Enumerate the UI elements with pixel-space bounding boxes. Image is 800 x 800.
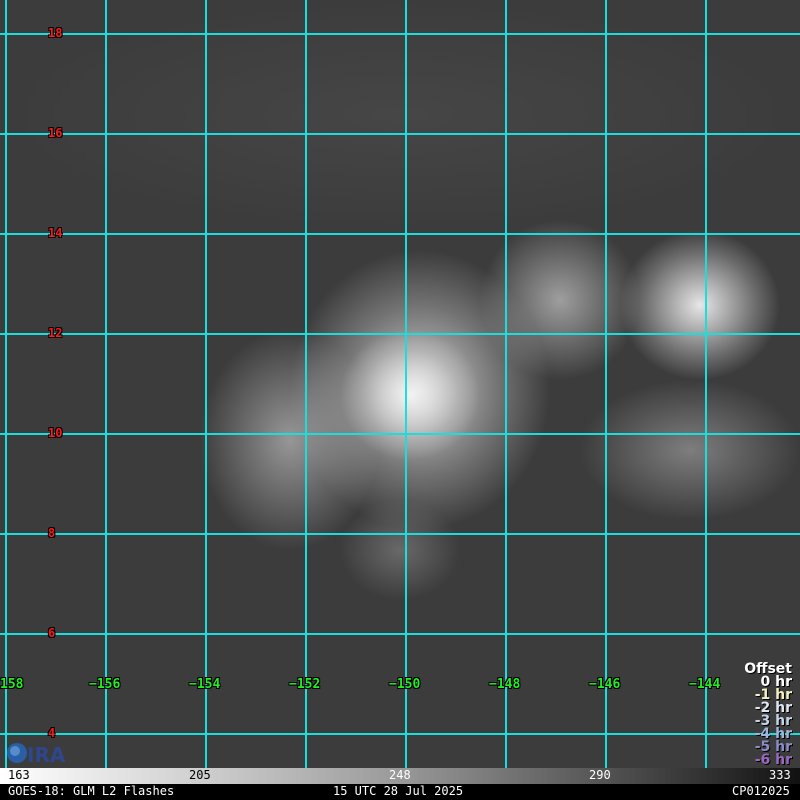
time-offset-legend: Offset 0 hr -1 hr -2 hr -3 hr -4 hr -5 h… (744, 662, 792, 768)
latitude-gridline (0, 433, 800, 435)
longitude-label: −146 (589, 677, 621, 692)
latitude-label: 4 (48, 726, 56, 740)
longitude-gridline (205, 0, 207, 768)
longitude-label: −152 (289, 677, 321, 692)
latitude-label: 6 (48, 626, 56, 640)
product-title: GOES-18: GLM L2 Flashes (8, 784, 175, 798)
latitude-label: 14 (48, 226, 63, 240)
latitude-label: 8 (48, 526, 56, 540)
satellite-map: 18 16 14 12 10 8 6 4 158 −156 −154 −152 … (0, 0, 800, 800)
cira-logo: IRA (5, 740, 75, 767)
latitude-gridline (0, 333, 800, 335)
latitude-gridline (0, 533, 800, 535)
storm-id: CP012025 (732, 784, 790, 798)
longitude-label: −156 (89, 677, 121, 692)
latitude-label: 12 (48, 326, 63, 340)
colorbar-tick: 290 (589, 768, 611, 782)
longitude-gridline (405, 0, 407, 768)
latitude-label: 18 (48, 26, 63, 40)
latitude-gridline (0, 733, 800, 735)
longitude-label: −154 (189, 677, 221, 692)
longitude-label: −148 (489, 677, 521, 692)
latitude-label: 16 (48, 126, 63, 140)
longitude-gridline (105, 0, 107, 768)
latitude-gridline (0, 133, 800, 135)
latitude-gridline (0, 33, 800, 35)
latitude-gridline (0, 233, 800, 235)
longitude-label: 158 (0, 677, 24, 692)
offset-item: -6 hr (754, 752, 792, 768)
colorbar-tick: 248 (389, 768, 411, 782)
longitude-label: −150 (389, 677, 421, 692)
longitude-gridline (305, 0, 307, 768)
longitude-gridline (705, 0, 707, 768)
longitude-gridline (605, 0, 607, 768)
colorbar-tick: 163 (8, 768, 30, 782)
satellite-imagery (0, 0, 800, 768)
footer-bar: GOES-18: GLM L2 Flashes 15 UTC 28 Jul 20… (0, 784, 800, 800)
longitude-gridline (505, 0, 507, 768)
longitude-label: −144 (689, 677, 721, 692)
timestamp: 15 UTC 28 Jul 2025 (333, 784, 464, 798)
latitude-gridline (0, 633, 800, 635)
latitude-label: 10 (48, 426, 63, 440)
svg-text:IRA: IRA (27, 743, 66, 766)
colorbar-tick: 333 (769, 768, 791, 782)
longitude-gridline (5, 0, 7, 768)
colorbar-tick: 205 (189, 768, 211, 782)
